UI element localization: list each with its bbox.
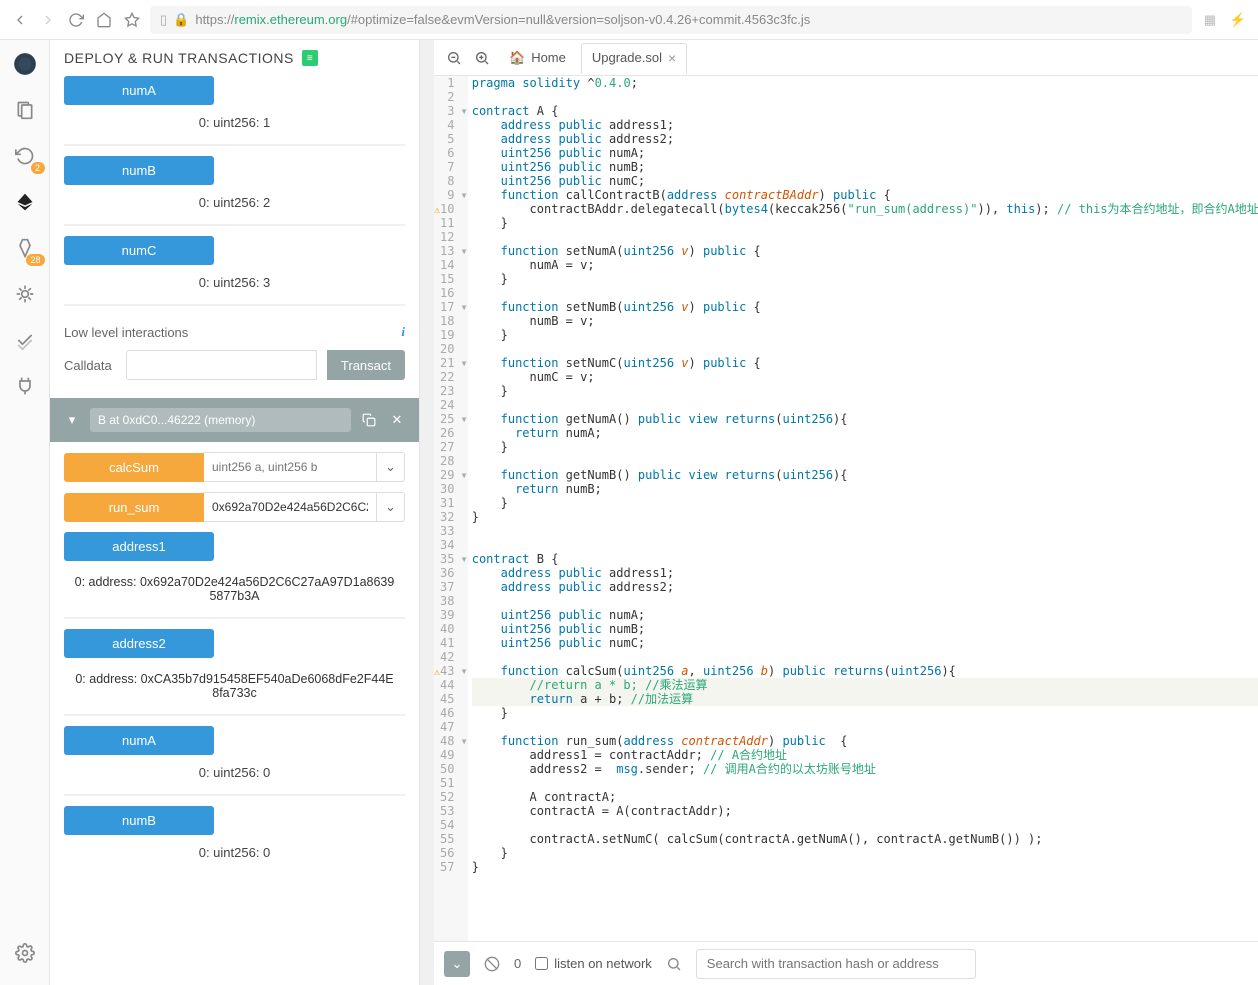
calldata-input[interactable] bbox=[126, 350, 317, 380]
address2-result: 0: address: 0xCA35b7d915458EF540aDe6068d… bbox=[64, 658, 405, 714]
instance-name: B at 0xdC0...46222 (memory) bbox=[90, 408, 351, 432]
analysis-badge: 28 bbox=[26, 254, 44, 266]
test-icon[interactable] bbox=[11, 326, 39, 354]
search-icon[interactable] bbox=[666, 956, 682, 972]
url-text: https://remix.ethereum.org/#optimize=fal… bbox=[195, 12, 810, 27]
close-icon[interactable]: ✕ bbox=[387, 410, 407, 430]
analysis-icon[interactable]: 28 bbox=[11, 234, 39, 262]
deploy-icon[interactable] bbox=[11, 188, 39, 216]
numA2-result: 0: uint256: 0 bbox=[64, 755, 405, 794]
info-icon[interactable]: i bbox=[401, 324, 405, 340]
numB-result: 0: uint256: 2 bbox=[64, 185, 405, 224]
listen-checkbox[interactable]: listen on network bbox=[535, 956, 652, 971]
calcSum-input[interactable] bbox=[204, 452, 377, 482]
zoom-in-icon[interactable] bbox=[470, 50, 494, 66]
lowlevel-label: Low level interactionsi bbox=[64, 324, 405, 340]
chevron-down-icon[interactable]: ⌄ bbox=[377, 492, 405, 522]
star-icon[interactable] bbox=[122, 10, 142, 30]
address2-button[interactable]: address2 bbox=[64, 629, 214, 658]
editor-area: 🏠Home Upgrade.sol× ⚠⚠ 123456789101112131… bbox=[434, 40, 1258, 985]
divider bbox=[64, 794, 405, 796]
numA-button[interactable]: numA bbox=[64, 76, 214, 105]
numB2-button[interactable]: numB bbox=[64, 806, 214, 835]
icon-sidebar: 2 28 bbox=[0, 40, 50, 985]
panel-scrollbar[interactable] bbox=[420, 40, 434, 985]
file-explorer-icon[interactable] bbox=[11, 96, 39, 124]
chevron-down-icon[interactable]: ▾ bbox=[62, 410, 82, 430]
divider bbox=[64, 304, 405, 306]
editor-tabbar: 🏠Home Upgrade.sol× bbox=[434, 40, 1258, 76]
book-icon[interactable]: ≡ bbox=[302, 50, 318, 66]
deploy-panel: DEPLOY & RUN TRANSACTIONS ≡ numA 0: uint… bbox=[50, 40, 420, 985]
terminal-bar: ⌄ 0 listen on network bbox=[434, 941, 1258, 985]
debugger-icon[interactable] bbox=[11, 280, 39, 308]
runsum-input[interactable] bbox=[204, 492, 377, 522]
close-icon[interactable]: × bbox=[668, 50, 676, 66]
panel-title: DEPLOY & RUN TRANSACTIONS bbox=[64, 50, 294, 66]
zoom-out-icon[interactable] bbox=[442, 50, 466, 66]
lock-icon: 🔒 bbox=[173, 12, 189, 28]
home-icon[interactable] bbox=[94, 10, 114, 30]
numA-result: 0: uint256: 1 bbox=[64, 105, 405, 144]
tab-upgrade[interactable]: Upgrade.sol× bbox=[581, 43, 687, 74]
code-editor[interactable]: ⚠⚠ 1234567891011121314151617181920212223… bbox=[434, 76, 1258, 941]
numC-button[interactable]: numC bbox=[64, 236, 214, 265]
address1-result: 0: address: 0x692a70D2e424a56D2C6C27aA97… bbox=[64, 561, 405, 617]
calldata-label: Calldata bbox=[64, 358, 116, 373]
calcSum-button[interactable]: calcSum bbox=[64, 453, 204, 482]
divider bbox=[64, 714, 405, 716]
transact-button[interactable]: Transact bbox=[327, 350, 405, 380]
forward-icon[interactable] bbox=[38, 10, 58, 30]
chevron-down-icon[interactable]: ⌄ bbox=[377, 452, 405, 482]
home-icon: 🏠 bbox=[509, 50, 525, 66]
divider bbox=[64, 224, 405, 226]
browser-toolbar: ▯ 🔒 https://remix.ethereum.org/#optimize… bbox=[0, 0, 1258, 40]
back-icon[interactable] bbox=[10, 10, 30, 30]
pending-count: 0 bbox=[514, 956, 521, 971]
ban-icon[interactable] bbox=[484, 956, 500, 972]
divider bbox=[64, 144, 405, 146]
divider bbox=[64, 617, 405, 619]
instance-header: ▾ B at 0xdC0...46222 (memory) ✕ bbox=[50, 398, 419, 442]
numC-result: 0: uint256: 3 bbox=[64, 265, 405, 304]
numB-button[interactable]: numB bbox=[64, 156, 214, 185]
settings-icon[interactable] bbox=[11, 939, 39, 967]
copy-icon[interactable] bbox=[359, 410, 379, 430]
numB2-result: 0: uint256: 0 bbox=[64, 835, 405, 874]
shield-icon: ▯ bbox=[160, 12, 167, 28]
numA2-button[interactable]: numA bbox=[64, 726, 214, 755]
plugin-icon[interactable] bbox=[11, 372, 39, 400]
bolt-icon[interactable]: ⚡ bbox=[1228, 10, 1248, 30]
reload-icon[interactable] bbox=[66, 10, 86, 30]
url-bar[interactable]: ▯ 🔒 https://remix.ethereum.org/#optimize… bbox=[150, 6, 1192, 34]
terminal-toggle-icon[interactable]: ⌄ bbox=[444, 951, 470, 977]
tab-home[interactable]: 🏠Home bbox=[498, 43, 577, 73]
address1-button[interactable]: address1 bbox=[64, 532, 214, 561]
qr-icon[interactable]: ▦ bbox=[1200, 10, 1220, 30]
compiler-badge: 2 bbox=[31, 162, 45, 174]
remix-logo-icon[interactable] bbox=[11, 50, 39, 78]
terminal-search-input[interactable] bbox=[696, 949, 976, 979]
runsum-button[interactable]: run_sum bbox=[64, 493, 204, 522]
compiler-icon[interactable]: 2 bbox=[11, 142, 39, 170]
